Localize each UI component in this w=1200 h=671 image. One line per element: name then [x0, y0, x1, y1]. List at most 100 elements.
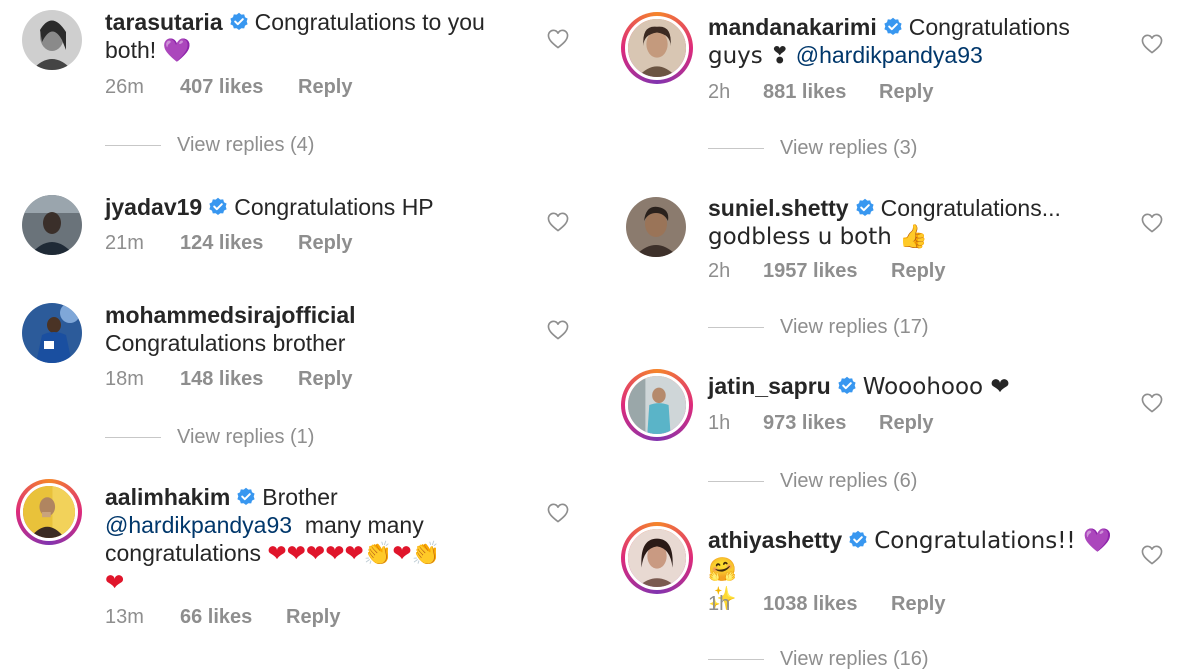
like-heart-icon[interactable]: [547, 503, 569, 523]
view-replies-button[interactable]: View replies (1): [105, 426, 314, 449]
avatar[interactable]: [626, 197, 686, 257]
likes-count[interactable]: 124 likes: [180, 232, 298, 255]
reply-button[interactable]: Reply: [298, 232, 352, 255]
reply-button[interactable]: Reply: [298, 76, 352, 99]
comment-body: jyadav19 Congratulations HP: [105, 193, 515, 221]
comment-text: guys ❣: [708, 43, 790, 69]
likes-count[interactable]: 1038 likes: [763, 593, 891, 616]
comment-meta: 1h 973 likes Reply: [708, 412, 933, 435]
avatar[interactable]: [22, 10, 82, 70]
reply-button[interactable]: Reply: [891, 260, 945, 283]
timestamp: 26m: [105, 76, 144, 98]
view-replies-button[interactable]: View replies (16): [708, 648, 929, 671]
likes-count[interactable]: 1957 likes: [763, 260, 891, 283]
like-heart-icon[interactable]: [1141, 393, 1163, 413]
emoji-hearts-claps: ❤❤❤❤❤👏❤👏: [267, 541, 441, 567]
view-replies-button[interactable]: View replies (6): [708, 470, 917, 493]
username[interactable]: suniel.shetty: [708, 195, 849, 221]
reply-button[interactable]: Reply: [879, 412, 933, 435]
avatar[interactable]: [22, 195, 82, 255]
verified-badge-icon: [208, 197, 228, 217]
likes-count[interactable]: 148 likes: [180, 368, 298, 391]
timestamp: 2h: [708, 260, 731, 282]
reply-button[interactable]: Reply: [298, 368, 352, 391]
comment-body: tarasutaria Congratulations to you both! …: [105, 8, 515, 64]
likes-count[interactable]: 66 likes: [180, 606, 286, 629]
reply-button[interactable]: Reply: [891, 593, 945, 616]
comment-text: Congratulations brother: [105, 330, 346, 356]
comment-meta: 2h 881 likes Reply: [708, 81, 933, 104]
mention-link[interactable]: @hardikpandya93: [796, 42, 983, 68]
emoji-heart: ❤: [105, 570, 125, 596]
view-replies-button[interactable]: View replies (3): [708, 137, 917, 160]
comment-meta: 2h 1957 likes Reply: [708, 260, 945, 283]
left-comments-column: tarasutaria Congratulations to you both! …: [0, 0, 600, 667]
avatar[interactable]: [16, 479, 82, 545]
view-replies-label: View replies (3): [780, 137, 918, 159]
timestamp: 18m: [105, 368, 144, 390]
reply-button[interactable]: Reply: [879, 81, 933, 104]
reply-button[interactable]: Reply: [286, 606, 340, 629]
mention-link[interactable]: @hardikpandya93: [105, 512, 292, 538]
divider-line: [708, 327, 764, 329]
timestamp: 1h: [708, 593, 731, 615]
comment-text: Congratulations HP: [234, 194, 434, 220]
like-heart-icon[interactable]: [1141, 34, 1163, 54]
verified-badge-icon: [837, 376, 857, 396]
verified-badge-icon: [229, 12, 249, 32]
likes-count[interactable]: 407 likes: [180, 76, 298, 99]
comment-meta: 13m 66 likes Reply: [105, 606, 340, 629]
timestamp: 2h: [708, 81, 731, 103]
comment-text: many many: [304, 512, 424, 538]
verified-badge-icon: [848, 530, 868, 550]
username[interactable]: athiyashetty: [708, 527, 842, 553]
like-heart-icon[interactable]: [547, 29, 569, 49]
like-heart-icon[interactable]: [1141, 545, 1163, 565]
verified-badge-icon: [883, 17, 903, 37]
right-comments-column: mandanakarimi Congratulations guys ❣ @har…: [600, 0, 1200, 670]
avatar[interactable]: [22, 303, 82, 363]
username[interactable]: mohammedsirajofficial: [105, 302, 356, 328]
verified-badge-icon: [855, 198, 875, 218]
divider-line: [708, 481, 764, 483]
comment-meta: 21m 124 likes Reply: [105, 232, 352, 255]
comment-body: suniel.shetty Congratulations... godbless…: [708, 194, 1128, 251]
username[interactable]: jyadav19: [105, 194, 202, 220]
view-replies-label: View replies (6): [780, 470, 918, 492]
comment-text: congratulations: [105, 540, 261, 566]
verified-badge-icon: [236, 487, 256, 507]
view-replies-button[interactable]: View replies (4): [105, 134, 314, 157]
comment-body: mandanakarimi Congratulations guys ❣ @har…: [708, 13, 1128, 70]
avatar[interactable]: [621, 12, 693, 84]
comment-text: Brother: [262, 484, 338, 510]
likes-count[interactable]: 881 likes: [763, 81, 879, 104]
view-replies-button[interactable]: View replies (17): [708, 316, 929, 339]
avatar[interactable]: [621, 522, 693, 594]
timestamp: 1h: [708, 412, 731, 434]
username[interactable]: aalimhakim: [105, 484, 230, 510]
comment-meta: 26m 407 likes Reply: [105, 76, 352, 99]
like-heart-icon[interactable]: [547, 212, 569, 232]
comment-meta: 1h 1038 likes Reply: [708, 593, 945, 616]
username[interactable]: jatin_sapru: [708, 373, 831, 399]
view-replies-label: View replies (4): [177, 134, 315, 156]
likes-count[interactable]: 973 likes: [763, 412, 879, 435]
divider-line: [105, 145, 161, 147]
divider-line: [105, 437, 161, 439]
username[interactable]: tarasutaria: [105, 9, 223, 35]
comment-meta: 18m 148 likes Reply: [105, 368, 352, 391]
comment-body: aalimhakim Brother @hardikpandya93 many m…: [105, 483, 525, 597]
timestamp: 13m: [105, 606, 144, 628]
like-heart-icon[interactable]: [1141, 213, 1163, 233]
view-replies-label: View replies (17): [780, 316, 929, 338]
comment-text: Wooohooo ❤: [862, 374, 1010, 400]
avatar[interactable]: [621, 369, 693, 441]
comment-text: Congratulations...: [880, 195, 1061, 221]
comment-body: jatin_sapru Wooohooo ❤: [708, 372, 1128, 401]
comment-text: Congratulations: [908, 14, 1070, 40]
timestamp: 21m: [105, 232, 144, 254]
divider-line: [708, 148, 764, 150]
comment-body: mohammedsirajofficial Congratulations bro…: [105, 301, 515, 357]
username[interactable]: mandanakarimi: [708, 14, 877, 40]
like-heart-icon[interactable]: [547, 320, 569, 340]
